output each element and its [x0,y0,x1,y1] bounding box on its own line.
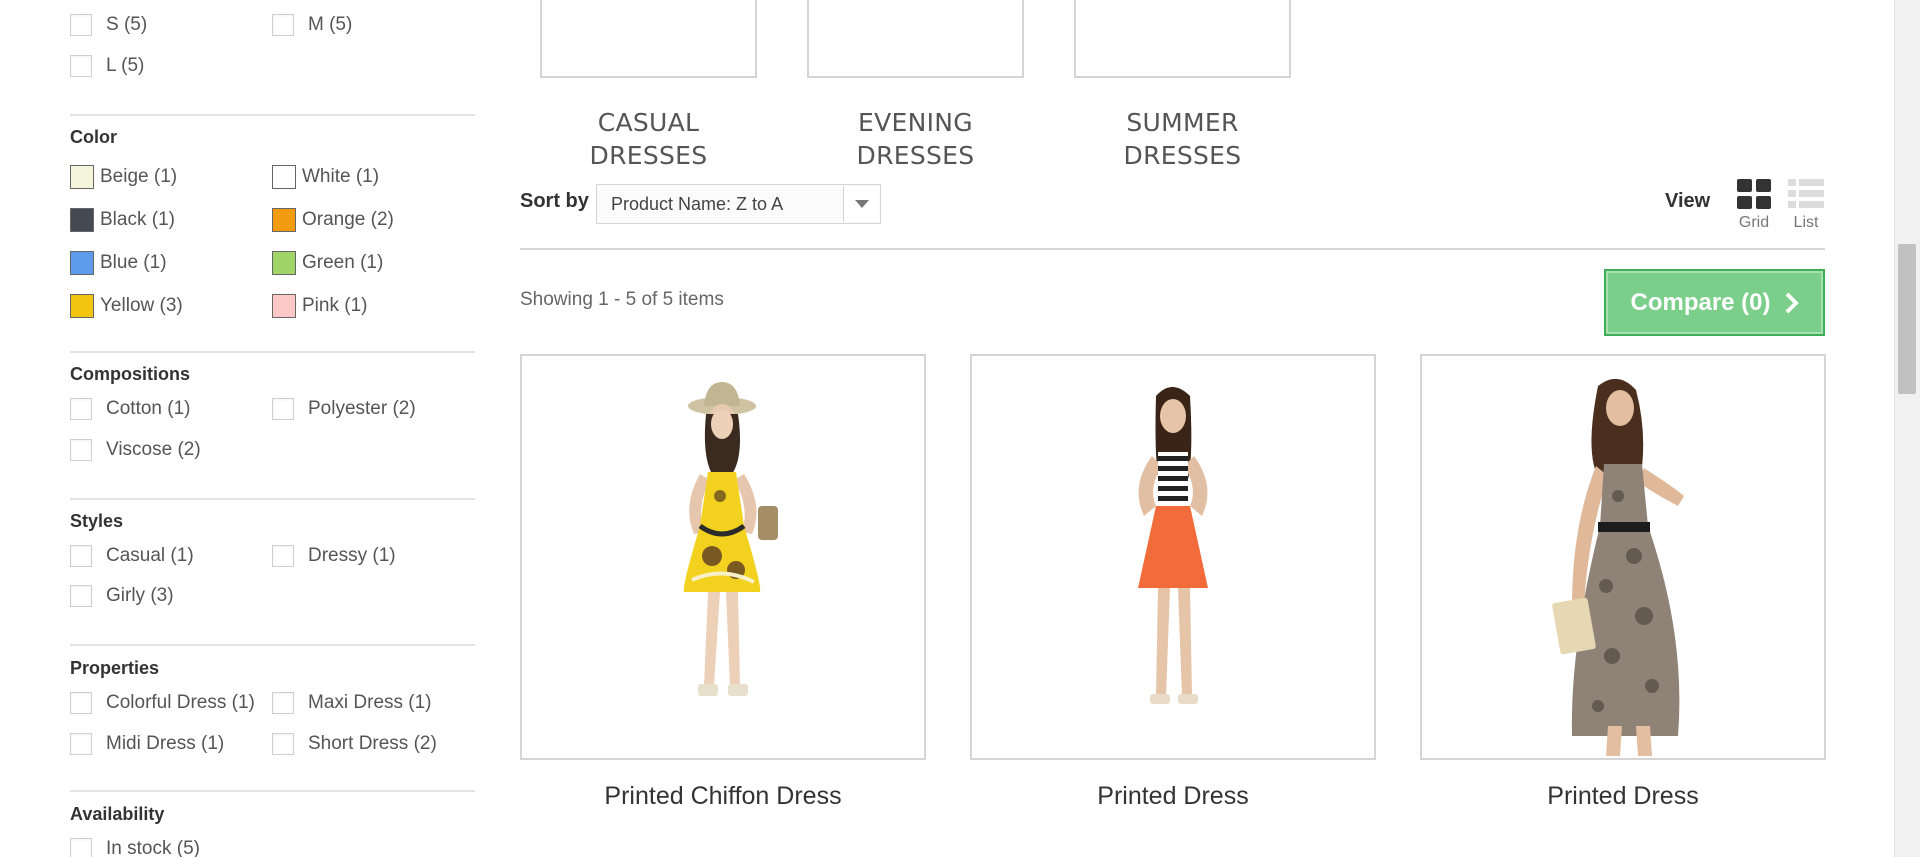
filter-composition-viscose[interactable]: Viscose (2) [70,439,201,461]
filter-title-properties: Properties [70,658,160,678]
chevron-right-icon [1785,292,1799,313]
checkbox[interactable] [272,733,294,755]
product-name[interactable]: Printed Dress [1420,782,1826,811]
checkbox[interactable] [70,14,92,36]
color-swatch[interactable] [70,294,94,318]
checkbox[interactable] [70,838,92,857]
divider [70,114,475,116]
product-name[interactable]: Printed Dress [970,782,1376,811]
filter-color-green[interactable]: Green (1) [272,251,383,275]
divider [70,351,475,353]
filter-color-black[interactable]: Black (1) [70,208,175,232]
toolbar-divider [520,248,1825,250]
checkbox[interactable] [70,585,92,607]
dress-photo [683,382,778,696]
filter-composition-polyester[interactable]: Polyester (2) [272,398,416,420]
checkbox[interactable] [272,692,294,714]
subcategory-image-summer[interactable] [1074,0,1291,78]
checkbox[interactable] [70,733,92,755]
checkbox[interactable] [70,545,92,567]
checkbox[interactable] [272,14,294,36]
divider [70,498,475,500]
filter-size-s[interactable]: S (5) [70,14,147,36]
page-scrollbar[interactable] [1894,0,1920,857]
filter-title-color: Color [70,127,117,147]
filter-style-casual[interactable]: Casual (1) [70,545,194,567]
grid-view-icon [1737,179,1771,209]
color-swatch[interactable] [272,294,296,318]
product-image[interactable] [970,354,1376,760]
filter-style-dressy[interactable]: Dressy (1) [272,545,396,567]
divider [70,790,475,792]
color-swatch[interactable] [70,208,94,232]
divider [70,644,475,646]
subcategory-image-casual[interactable] [540,0,757,78]
filter-property-short-dress[interactable]: Short Dress (2) [272,733,437,755]
product-image[interactable] [1420,354,1826,760]
subcategory-link-casual[interactable]: CASUAL DRESSES [540,106,757,172]
compare-button[interactable]: Compare (0) [1604,269,1825,336]
filter-title-styles: Styles [70,511,124,531]
chevron-down-icon[interactable] [843,186,879,222]
scrollbar-thumb[interactable] [1898,244,1916,394]
filter-color-yellow[interactable]: Yellow (3) [70,294,183,318]
filter-property-colorful-dress[interactable]: Colorful Dress (1) [70,692,255,714]
filter-title-availability: Availability [70,804,165,824]
sort-select-value: Product Name: Z to A [611,194,784,214]
color-swatch[interactable] [70,165,94,189]
subcategory-link-summer[interactable]: SUMMER DRESSES [1074,106,1291,172]
filter-availability-in-stock[interactable]: In stock (5) [70,838,200,857]
filter-color-pink[interactable]: Pink (1) [272,294,367,318]
subcategory-image-evening[interactable] [807,0,1024,78]
filter-title-compositions: Compositions [70,364,190,384]
sort-label: Sort by [520,190,589,212]
dress-photo [1138,387,1208,704]
color-swatch[interactable] [70,251,94,275]
view-list-button[interactable]: List [1787,178,1825,232]
subcategory-link-evening[interactable]: EVENING DRESSES [807,106,1024,172]
product-card: Printed Dress [970,354,1376,811]
product-name[interactable]: Printed Chiffon Dress [520,782,926,811]
checkbox[interactable] [70,439,92,461]
checkbox[interactable] [70,692,92,714]
filter-size-m[interactable]: M (5) [272,14,352,36]
filter-size-l[interactable]: L (5) [70,55,144,77]
product-image[interactable] [520,354,926,760]
filter-property-midi-dress[interactable]: Midi Dress (1) [70,733,224,755]
filter-color-beige[interactable]: Beige (1) [70,165,177,189]
filter-style-girly[interactable]: Girly (3) [70,585,174,607]
filter-color-orange[interactable]: Orange (2) [272,208,394,232]
checkbox[interactable] [70,398,92,420]
product-count: Showing 1 - 5 of 5 items [520,289,724,310]
checkbox[interactable] [70,55,92,77]
checkbox[interactable] [272,398,294,420]
product-card: Printed Dress [1420,354,1826,811]
filter-property-maxi-dress[interactable]: Maxi Dress (1) [272,692,432,714]
list-view-icon [1788,179,1824,208]
product-card: Printed Chiffon Dress [520,354,926,811]
color-swatch[interactable] [272,208,296,232]
color-swatch[interactable] [272,165,296,189]
color-swatch[interactable] [272,251,296,275]
filter-color-white[interactable]: White (1) [272,165,379,189]
view-grid-button[interactable]: Grid [1736,178,1772,232]
sort-select[interactable]: Product Name: Z to A [596,184,881,224]
dress-photo [1552,378,1684,756]
filter-composition-cotton[interactable]: Cotton (1) [70,398,190,420]
view-label: View [1665,190,1711,212]
filter-color-blue[interactable]: Blue (1) [70,251,167,275]
checkbox[interactable] [272,545,294,567]
